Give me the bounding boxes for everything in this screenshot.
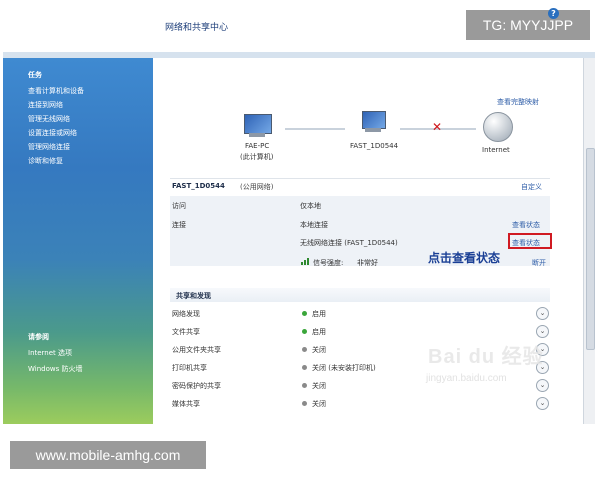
annotation-click-view-status: 点击查看状态 xyxy=(428,251,501,265)
sharing-heading: 共享和发现 xyxy=(176,292,211,300)
connection-local: 本地连接 xyxy=(300,221,328,229)
disconnect-link[interactable]: 断开 xyxy=(532,258,546,268)
scrollbar-thumb[interactable] xyxy=(586,148,595,350)
sharing-row-value: 启用 xyxy=(312,310,326,318)
sidebar-item-view-computers[interactable]: 查看计算机和设备 xyxy=(28,86,84,96)
sharing-row-value: 关闭 xyxy=(312,400,326,408)
sidebar-item-internet-options[interactable]: Internet 选项 xyxy=(28,348,72,358)
network-name: FAST_1D0544 xyxy=(172,182,225,190)
task-sidebar: 任务 查看计算机和设备 连接到网络 管理无线网络 设置连接或网络 管理网络连接 … xyxy=(3,58,153,424)
sharing-row-label: 打印机共享 xyxy=(172,364,207,372)
network-type: (公用网络) xyxy=(240,183,274,191)
view-full-map-link[interactable]: 查看完整映射 xyxy=(497,97,539,107)
baidu-watermark-url: jingyan.baidu.com xyxy=(426,373,507,384)
sharing-header-bar xyxy=(170,288,550,302)
watermark-bottom: www.mobile-amhg.com xyxy=(10,441,206,469)
access-label: 访问 xyxy=(172,202,186,210)
customize-link[interactable]: 自定义 xyxy=(521,182,542,192)
sidebar-item-manage-wireless[interactable]: 管理无线网络 xyxy=(28,114,70,124)
status-dot-icon xyxy=(302,365,307,370)
status-dot-icon xyxy=(302,329,307,334)
expand-chevron-icon[interactable]: ⌄ xyxy=(536,397,549,410)
internet-label: Internet xyxy=(482,146,510,154)
sharing-row-label: 网络发现 xyxy=(172,310,200,318)
expand-chevron-icon[interactable]: ⌄ xyxy=(536,379,549,392)
vertical-scrollbar[interactable] xyxy=(583,58,595,424)
status-dot-icon xyxy=(302,347,307,352)
expand-chevron-icon[interactable]: ⌄ xyxy=(536,325,549,338)
watermark-top: TG: MYYJJPP xyxy=(466,10,590,40)
sharing-row-value: 关闭 xyxy=(312,346,326,354)
access-value: 仅本地 xyxy=(300,202,321,210)
sidebar-item-diagnose-repair[interactable]: 诊断和修复 xyxy=(28,156,63,166)
view-status-link-local[interactable]: 查看状态 xyxy=(512,220,540,230)
connection-label: 连接 xyxy=(172,221,186,229)
page-title: 网络和共享中心 xyxy=(165,23,229,33)
status-dot-icon xyxy=(302,401,307,406)
signal-bar-icon xyxy=(307,258,309,265)
signal-bar-icon xyxy=(304,260,306,265)
connection-wireless: 无线网络连接 (FAST_1D0544) xyxy=(300,239,398,247)
sidebar-item-windows-firewall[interactable]: Windows 防火墙 xyxy=(28,364,82,374)
sharing-row-label: 公用文件夹共享 xyxy=(172,346,221,354)
signal-label: 信号强度: xyxy=(313,259,344,267)
divider xyxy=(170,178,550,179)
help-icon[interactable]: ? xyxy=(548,8,559,19)
sidebar-item-manage-connections[interactable]: 管理网络连接 xyxy=(28,142,70,152)
sharing-row-value: 关闭 xyxy=(312,382,326,390)
baidu-watermark: Bai du 经验 xyxy=(428,346,544,368)
router-name-label: FAST_1D0544 xyxy=(350,142,399,150)
signal-value: 非常好 xyxy=(357,259,378,267)
sharing-row-value: 启用 xyxy=(312,328,326,336)
link-pc-router xyxy=(285,128,345,130)
internet-globe-icon xyxy=(483,112,513,142)
sidebar-item-setup-connection[interactable]: 设置连接或网络 xyxy=(28,128,77,138)
sidebar-tasks-heading: 任务 xyxy=(28,71,42,79)
pc-name-label: FAE-PC xyxy=(245,142,270,150)
sharing-row-value: 关闭 (未安装打印机) xyxy=(312,364,376,372)
status-dot-icon xyxy=(302,383,307,388)
expand-chevron-icon[interactable]: ⌄ xyxy=(536,307,549,320)
sidebar-item-connect-network[interactable]: 连接到网络 xyxy=(28,100,63,110)
sidebar-see-also-heading: 请参阅 xyxy=(28,333,49,341)
disconnected-x-icon: ✕ xyxy=(432,120,443,134)
sharing-row-label: 文件共享 xyxy=(172,328,200,336)
signal-bar-icon xyxy=(301,262,303,265)
status-dot-icon xyxy=(302,311,307,316)
sharing-row-label: 密码保护的共享 xyxy=(172,382,221,390)
pc-caption-label: (此计算机) xyxy=(240,153,274,161)
highlight-box xyxy=(508,233,552,249)
sharing-row-label: 媒体共享 xyxy=(172,400,200,408)
